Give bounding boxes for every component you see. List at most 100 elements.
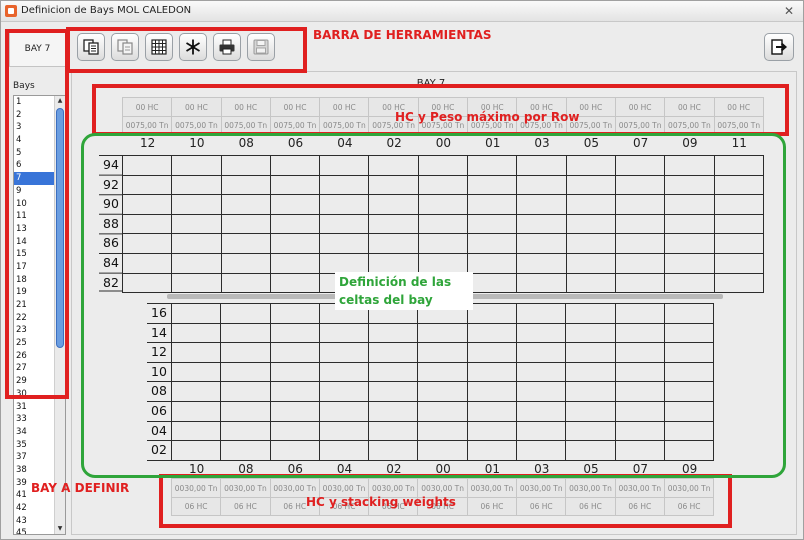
bay-cell[interactable]: [417, 194, 469, 215]
bay-cell[interactable]: [319, 233, 370, 254]
bay-cell[interactable]: [466, 420, 518, 442]
bay-cell[interactable]: [614, 381, 665, 402]
bay-cell[interactable]: [368, 400, 419, 422]
bay-cell[interactable]: [663, 381, 715, 402]
bay-cell[interactable]: [516, 272, 567, 294]
bay-cell[interactable]: [417, 342, 468, 363]
bay-cell[interactable]: [220, 342, 271, 363]
bay-cell[interactable]: [220, 272, 271, 294]
bay-cell[interactable]: [467, 272, 518, 294]
bay-cell[interactable]: [565, 303, 616, 324]
bay-cell[interactable]: [614, 194, 666, 215]
bay-cell[interactable]: [663, 342, 715, 363]
row-hc-cell[interactable]: 06 HC: [614, 497, 665, 516]
bay-cell[interactable]: [121, 233, 173, 254]
bay-cell[interactable]: [269, 213, 321, 235]
bay-cell[interactable]: [170, 361, 222, 383]
bay-cell[interactable]: [121, 213, 173, 235]
bay-cell[interactable]: [664, 213, 715, 235]
bay-cell[interactable]: [467, 174, 518, 196]
bay-cell[interactable]: [713, 174, 764, 196]
bay-cell[interactable]: [466, 303, 518, 324]
row-max-weight-cell[interactable]: 0075,00 Tn: [220, 116, 271, 135]
bay-cell[interactable]: [466, 322, 518, 344]
bay-cell[interactable]: [220, 233, 271, 254]
bay-cell[interactable]: [565, 272, 616, 294]
bay-cell[interactable]: [466, 342, 518, 363]
bay-cell[interactable]: [170, 342, 222, 363]
row-max-weight-cell[interactable]: 0075,00 Tn: [664, 116, 715, 135]
bay-cell[interactable]: [318, 420, 370, 442]
bay-cell[interactable]: [220, 213, 271, 235]
bay-cell[interactable]: [663, 400, 715, 422]
bay-cell[interactable]: [565, 174, 616, 196]
bay-cell[interactable]: [516, 233, 567, 254]
bay-cell[interactable]: [614, 440, 665, 461]
row-hc-cell[interactable]: 00 HC: [171, 97, 222, 117]
row-max-weight-cell[interactable]: 0075,00 Tn: [171, 116, 222, 135]
bay-cell[interactable]: [319, 213, 370, 235]
bay-cell[interactable]: [565, 252, 616, 274]
bay-cell[interactable]: [170, 322, 222, 344]
bay-cell[interactable]: [614, 174, 666, 196]
bay-cell[interactable]: [565, 361, 616, 383]
row-hc-cell[interactable]: 00 HC: [121, 97, 173, 117]
bay-cell[interactable]: [269, 155, 321, 176]
bay-cell[interactable]: [220, 381, 271, 402]
bay-cell[interactable]: [713, 194, 764, 215]
row-hc-cell[interactable]: 06 HC: [516, 497, 567, 516]
row-stacking-weight-cell[interactable]: 0030,00 Tn: [466, 478, 518, 498]
bay-cell[interactable]: [121, 272, 173, 294]
bay-cell[interactable]: [121, 174, 173, 196]
bay-cell[interactable]: [368, 440, 419, 461]
row-hc-cell[interactable]: 06 HC: [170, 497, 222, 516]
bay-cell[interactable]: [170, 440, 222, 461]
bay-cell[interactable]: [220, 322, 271, 344]
bay-cell[interactable]: [220, 361, 271, 383]
bay-cell[interactable]: [269, 272, 321, 294]
bay-cell[interactable]: [516, 342, 567, 363]
bay-cell[interactable]: [614, 252, 666, 274]
bay-cell[interactable]: [516, 303, 567, 324]
bay-cell[interactable]: [467, 155, 518, 176]
close-button[interactable]: ✕: [781, 3, 797, 19]
row-stacking-weight-cell[interactable]: 0030,00 Tn: [220, 478, 271, 498]
bay-cell[interactable]: [565, 194, 616, 215]
row-stacking-weight-cell[interactable]: 0030,00 Tn: [516, 478, 567, 498]
bay-cell[interactable]: [565, 233, 616, 254]
bay-cell[interactable]: [171, 194, 222, 215]
bay-cell[interactable]: [565, 440, 616, 461]
bay-cell[interactable]: [516, 400, 567, 422]
bay-cell[interactable]: [417, 233, 469, 254]
bay-cell[interactable]: [368, 252, 419, 274]
bay-cell[interactable]: [269, 252, 321, 274]
bay-cell[interactable]: [121, 252, 173, 274]
bay-cell[interactable]: [368, 322, 419, 344]
save-button[interactable]: [247, 33, 275, 61]
bay-cell[interactable]: [318, 322, 370, 344]
row-hc-cell[interactable]: 00 HC: [269, 97, 321, 117]
bay-cell[interactable]: [220, 155, 271, 176]
bay-cell[interactable]: [269, 400, 320, 422]
bay-cell[interactable]: [663, 420, 715, 442]
bay-cell[interactable]: [269, 322, 320, 344]
bay-cell[interactable]: [466, 400, 518, 422]
bay-cell[interactable]: [170, 303, 222, 324]
bay-cell[interactable]: [220, 440, 271, 461]
bay-cell[interactable]: [368, 174, 419, 196]
bay-cell[interactable]: [269, 440, 320, 461]
row-max-weight-cell[interactable]: 0075,00 Tn: [269, 116, 321, 135]
row-hc-cell[interactable]: 06 HC: [663, 497, 715, 516]
bay-cell[interactable]: [170, 381, 222, 402]
bay-cell[interactable]: [417, 440, 468, 461]
row-stacking-weight-cell[interactable]: 0030,00 Tn: [614, 478, 665, 498]
bay-cell[interactable]: [269, 303, 320, 324]
bay-cell[interactable]: [614, 303, 665, 324]
bay-cell[interactable]: [269, 381, 320, 402]
bay-cell[interactable]: [220, 303, 271, 324]
row-hc-cell[interactable]: 00 HC: [614, 97, 666, 117]
row-max-weight-cell[interactable]: 0075,00 Tn: [614, 116, 666, 135]
bay-cell[interactable]: [565, 213, 616, 235]
bay-cell[interactable]: [319, 194, 370, 215]
bay-cell[interactable]: [614, 400, 665, 422]
